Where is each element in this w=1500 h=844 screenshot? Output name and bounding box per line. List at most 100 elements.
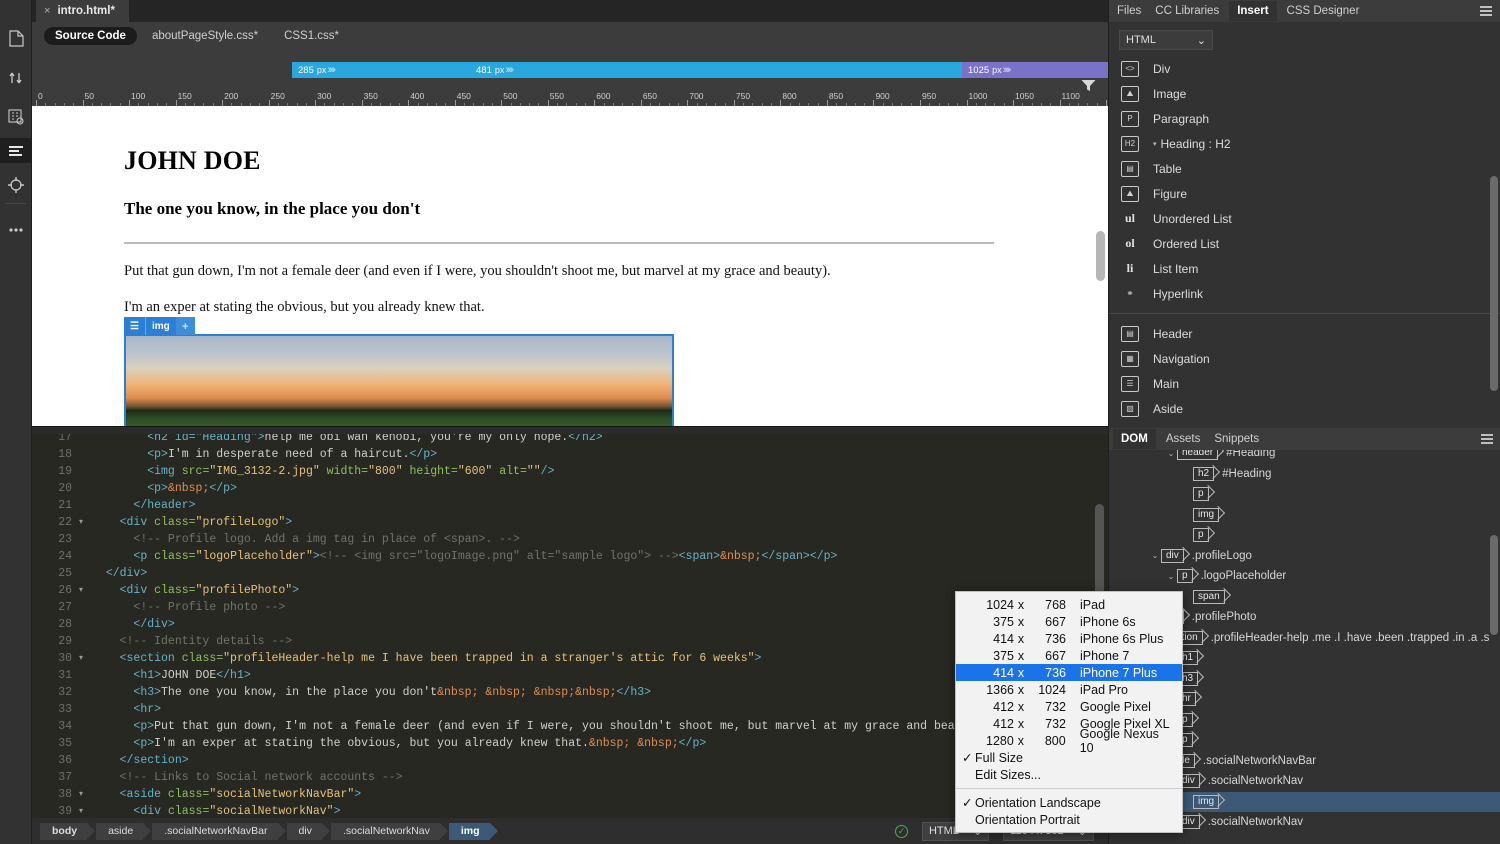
code-fold-arrow[interactable]: ▾: [79, 786, 89, 803]
more-options-icon[interactable]: [0, 217, 32, 242]
menu-item-iphone-7[interactable]: 375 x 667 iPhone 7: [956, 647, 1182, 664]
hamburger-icon[interactable]: ☰: [124, 317, 145, 335]
insert-category-select[interactable]: HTML ⌄: [1119, 30, 1213, 50]
menu-item-ipad-pro[interactable]: 1366 x 1024 iPad Pro: [956, 681, 1182, 698]
menu-item-ipad[interactable]: 1024 x 768 iPad: [956, 596, 1182, 613]
dom-tab-dom[interactable]: DOM: [1113, 429, 1156, 449]
view-tab-source-code[interactable]: Source Code: [44, 26, 137, 45]
code-fold-arrow[interactable]: ▾: [79, 650, 89, 667]
chevron-down-icon[interactable]: ▾: [1153, 140, 1157, 148]
code-line[interactable]: 18 <p>I'm in desperate need of a haircut…: [32, 446, 1108, 463]
breadcrumb-item-aside[interactable]: aside: [96, 822, 152, 840]
dom-node-p[interactable]: ⌄ p .logoPlaceholder: [1109, 566, 1500, 587]
code-editor[interactable]: 17 <h2 id="Heading">help me obi wan keno…: [32, 434, 1108, 818]
disclosure-triangle-icon[interactable]: ⌄: [1165, 450, 1177, 458]
disclosure-triangle-icon[interactable]: ⌄: [1165, 572, 1177, 581]
menu-item-google-pixel[interactable]: 412 x 732 Google Pixel: [956, 698, 1182, 715]
code-line[interactable]: 22 ▾ <div class="profileLogo">: [32, 514, 1108, 531]
window-size-context-menu[interactable]: 1024 x 768 iPad 375 x 667 iPhone 6s 414 x 736 iPhon…: [955, 591, 1183, 833]
view-tab-aboutpagestyle-css[interactable]: aboutPageStyle.css*: [141, 27, 269, 45]
design-preview[interactable]: JOHN DOE The one you know, in the place …: [32, 106, 1108, 426]
new-document-icon[interactable]: [0, 26, 32, 51]
insert-item-table[interactable]: ▤ Table: [1109, 156, 1500, 181]
document-tab-intro-html[interactable]: × intro.html*: [36, 0, 129, 22]
breadcrumb-item-div[interactable]: div: [286, 822, 331, 840]
dom-inspect-icon[interactable]: [0, 104, 32, 129]
media-query-1025px[interactable]: 1025 px › › › ›: [962, 62, 1108, 78]
insert-item-hyperlink[interactable]: ⚭ Hyperlink: [1109, 281, 1500, 306]
code-line[interactable]: 17 <h2 id="Heading">help me obi wan keno…: [32, 434, 1108, 446]
insert-item-main[interactable]: ☰ Main: [1109, 371, 1500, 396]
code-line[interactable]: 37 <!-- Links to Social network accounts…: [32, 769, 1108, 786]
code-fold-arrow[interactable]: ▾: [79, 514, 89, 531]
selected-image-element[interactable]: ☰ img +: [124, 317, 674, 426]
add-class-icon[interactable]: +: [175, 317, 195, 335]
dom-node-div[interactable]: ⌄ div .profileLogo: [1109, 546, 1500, 567]
code-fold-arrow[interactable]: ▾: [79, 803, 89, 818]
dom-node-p[interactable]: p: [1109, 484, 1500, 505]
insert-item-paragraph[interactable]: P Paragraph: [1109, 106, 1500, 131]
panel-tab-insert[interactable]: Insert: [1229, 1, 1277, 21]
insert-item-header[interactable]: ▤ Header: [1109, 321, 1500, 346]
code-line[interactable]: 35 <p>I'm an exper at stating the obviou…: [32, 735, 1108, 752]
code-line[interactable]: 36 </section>: [32, 752, 1108, 769]
code-line[interactable]: 27 <!-- Profile photo -->: [32, 599, 1108, 616]
code-line[interactable]: 23 <!-- Profile logo. Add a img tag in p…: [32, 531, 1108, 548]
dom-node-h2[interactable]: h2 #Heading: [1109, 464, 1500, 485]
insert-item-heading-h2[interactable]: H2 ▾ Heading : H2: [1109, 131, 1500, 156]
menu-item-orientation-portrait[interactable]: Orientation Portrait: [956, 811, 1182, 828]
code-line[interactable]: 24 <p class="logoPlaceholder"><!-- <img …: [32, 548, 1108, 565]
breadcrumb-item-socialnetworknavbar[interactable]: .socialNetworkNavBar: [152, 822, 286, 840]
insert-item-unordered-list[interactable]: ul Unordered List: [1109, 206, 1500, 231]
code-line[interactable]: 20 <p>&nbsp;</p>: [32, 480, 1108, 497]
code-line[interactable]: 30 ▾ <section class="profileHeader-help m…: [32, 650, 1108, 667]
code-line[interactable]: 21 </header>: [32, 497, 1108, 514]
breadcrumb-item-body[interactable]: body: [40, 822, 96, 840]
dom-tab-snippets[interactable]: Snippets: [1214, 433, 1259, 445]
dom-node-img[interactable]: img: [1109, 505, 1500, 526]
panel-tab-cc-libraries[interactable]: CC Libraries: [1155, 5, 1219, 17]
design-scrollbar[interactable]: [1096, 231, 1105, 281]
insert-item-navigation[interactable]: ▦ Navigation: [1109, 346, 1500, 371]
code-line[interactable]: 32 <h3>The one you know, in the place yo…: [32, 684, 1108, 701]
menu-item-orientation-landscape[interactable]: ✓ Orientation Landscape: [956, 794, 1182, 811]
menu-item-google-nexus-10[interactable]: 1280 x 800 Google Nexus 10: [956, 727, 1182, 755]
code-fold-arrow[interactable]: ▾: [79, 582, 89, 599]
code-line[interactable]: 39 ▾ <div class="socialNetworkNav">: [32, 803, 1108, 818]
code-line[interactable]: 29 <!-- Identity details -->: [32, 633, 1108, 650]
sort-arrows-icon[interactable]: [0, 65, 32, 90]
close-icon[interactable]: ×: [44, 5, 50, 17]
horizontal-ruler[interactable]: 0 50 100 150 200 250 300 350 400 450 500 550 600 650 7…: [32, 91, 1108, 106]
breadcrumb-item-img[interactable]: img: [448, 822, 498, 840]
menu-item-iphone-7-plus[interactable]: 414 x 736 iPhone 7 Plus: [956, 664, 1182, 681]
insert-item-div[interactable]: <> Div: [1109, 56, 1500, 81]
panel-menu-icon[interactable]: [1480, 6, 1492, 18]
panel-tab-files[interactable]: Files: [1117, 5, 1141, 17]
menu-item-iphone-6s[interactable]: 375 x 667 iPhone 6s: [956, 613, 1182, 630]
insert-scrollbar[interactable]: [1490, 176, 1498, 391]
panel-menu-icon[interactable]: [1481, 434, 1493, 446]
breadcrumb-item-socialnetworknav[interactable]: .socialNetworkNav: [330, 822, 448, 840]
pane-splitter[interactable]: [32, 426, 1108, 434]
validator-ok-icon[interactable]: ✓: [894, 824, 908, 838]
code-line[interactable]: 25 </div>: [32, 565, 1108, 582]
insert-item-list-item[interactable]: li List Item: [1109, 256, 1500, 281]
insert-item-figure[interactable]: ⛰ Figure: [1109, 181, 1500, 206]
code-line[interactable]: 31 <h1>JOHN DOE</h1>: [32, 667, 1108, 684]
code-line[interactable]: 26 ▾ <div class="profilePhoto">: [32, 582, 1108, 599]
code-line[interactable]: 34 <p>Put that gun down, I'm not a femal…: [32, 718, 1108, 735]
target-icon[interactable]: [0, 172, 32, 197]
code-line[interactable]: 33 <hr>: [32, 701, 1108, 718]
insert-item-image[interactable]: ⛰ Image: [1109, 81, 1500, 106]
panel-tab-css-designer[interactable]: CSS Designer: [1287, 5, 1360, 17]
dom-tab-assets[interactable]: Assets: [1166, 433, 1201, 445]
insert-item-ordered-list[interactable]: ol Ordered List: [1109, 231, 1500, 256]
code-line[interactable]: 19 <img src="IMG_3132-2.jpg" width="800"…: [32, 463, 1108, 480]
code-line[interactable]: 28 </div>: [32, 616, 1108, 633]
disclosure-triangle-icon[interactable]: ⌄: [1149, 551, 1161, 560]
menu-item-edit-sizes[interactable]: Edit Sizes...: [956, 766, 1182, 783]
view-tab-css1-css[interactable]: CSS1.css*: [273, 27, 350, 45]
dom-node-header[interactable]: ⌄ header #Heading: [1109, 450, 1500, 464]
element-quick-badge[interactable]: ☰ img +: [124, 317, 195, 335]
format-lines-icon[interactable]: [0, 138, 32, 163]
